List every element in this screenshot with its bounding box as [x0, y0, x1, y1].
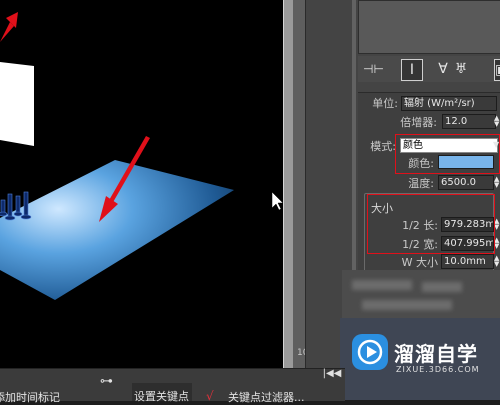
- go-to-start-icon[interactable]: |◀◀: [318, 364, 346, 384]
- remove-modifier-icon[interactable]: ♅: [451, 59, 471, 79]
- annotation-box-mode: [395, 134, 500, 174]
- set-key-button[interactable]: 设置关键点: [134, 388, 189, 404]
- mouse-cursor: [271, 191, 283, 211]
- blurred-region: [342, 270, 500, 320]
- area-light-panel: [0, 62, 34, 146]
- temperature-input[interactable]: 6500.0: [438, 175, 494, 190]
- bottom-status-bar: 添加时间标记 ⊶ 设置关键点 √ 关键点过滤器...: [0, 368, 345, 404]
- watermark-brand: 溜溜自学: [394, 342, 478, 366]
- unit-dropdown[interactable]: 辐射 (W/m²/sr): [401, 96, 497, 111]
- w-size-input[interactable]: 10.0mm: [441, 254, 494, 269]
- w-size-label: W 大小: [401, 256, 438, 269]
- multiplier-spinner[interactable]: ▲ ▼: [494, 115, 500, 128]
- mode-label: 模式:: [370, 140, 396, 153]
- configure-modifier-icon[interactable]: ▣: [494, 59, 500, 81]
- viewport-scene: [0, 12, 283, 300]
- key-filter-icon[interactable]: √: [206, 389, 214, 403]
- panel-preview-area: [358, 0, 500, 54]
- annotation-box-size: [367, 194, 495, 254]
- multiplier-label: 倍增器:: [400, 116, 437, 129]
- watermark-logo: [352, 334, 388, 370]
- red-arrow-top: [0, 12, 18, 42]
- viewport-scrollbar[interactable]: [293, 0, 305, 368]
- multiplier-input[interactable]: 12.0: [442, 114, 496, 129]
- show-end-result-icon[interactable]: Ι: [401, 59, 423, 81]
- ground-plane: [0, 160, 234, 300]
- pin-stack-icon[interactable]: ⊣⊢: [363, 59, 384, 79]
- panel-toolbar: ⊣⊢ Ι ∀ ♅ ▣: [358, 56, 500, 82]
- temperature-spinner[interactable]: ▲ ▼: [494, 176, 500, 189]
- unit-label: 单位:: [372, 97, 398, 110]
- temperature-label: 温度:: [408, 177, 434, 190]
- chess-pieces: [0, 191, 32, 221]
- w-size-spinner[interactable]: ▲ ▼: [494, 255, 500, 268]
- watermark-url: ZIXUE.3D66.COM: [396, 365, 480, 374]
- key-icon[interactable]: ⊶: [100, 374, 113, 389]
- 3d-viewport[interactable]: [0, 0, 283, 368]
- add-time-tag-button[interactable]: 添加时间标记: [0, 389, 60, 405]
- make-unique-icon[interactable]: ∀: [433, 59, 453, 79]
- key-filters-button[interactable]: 关键点过滤器...: [228, 389, 305, 405]
